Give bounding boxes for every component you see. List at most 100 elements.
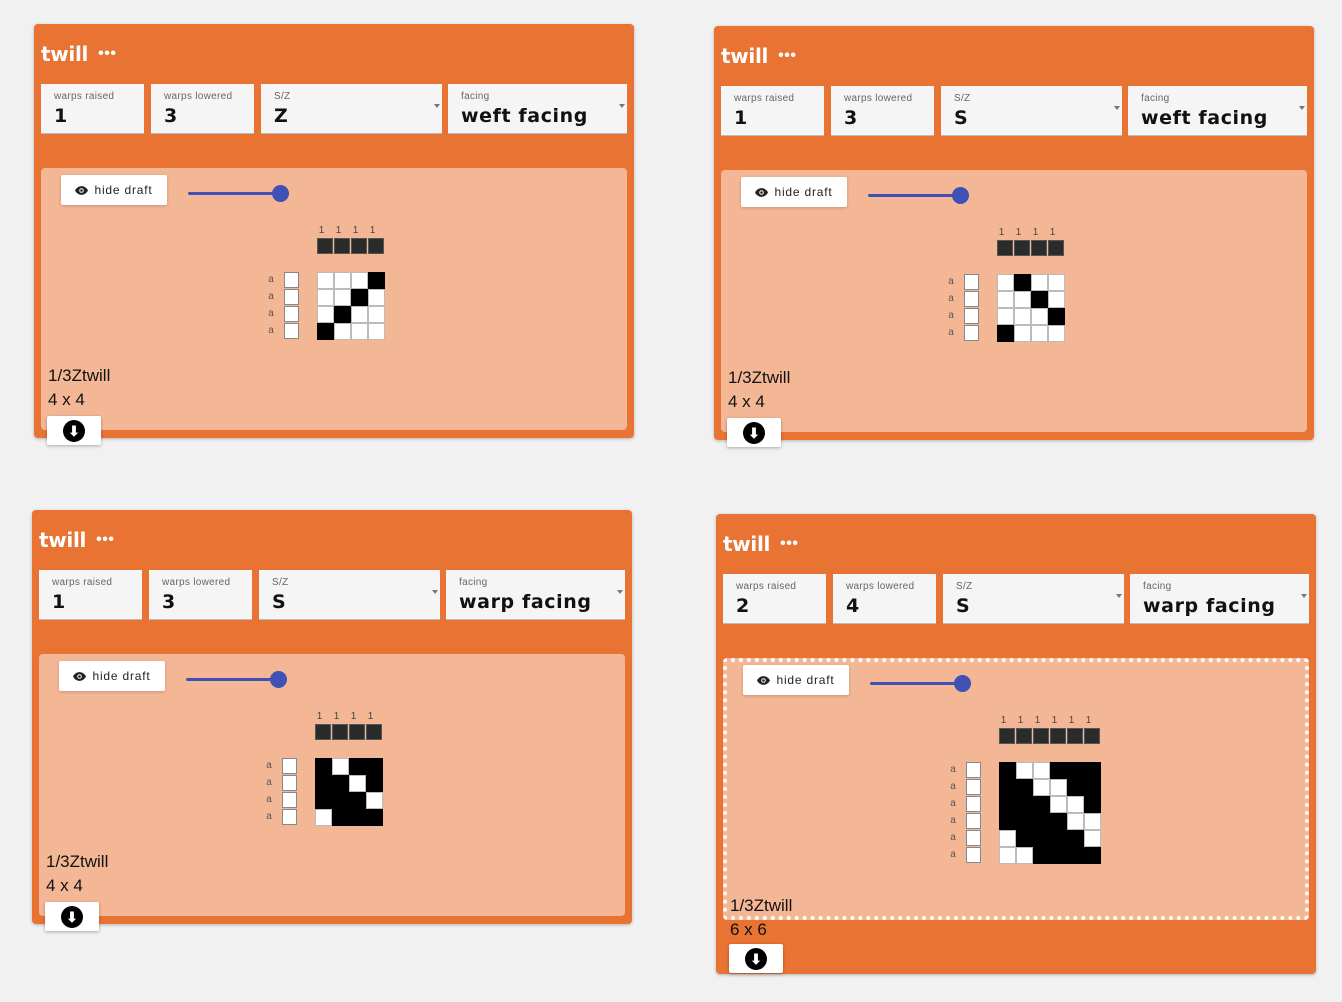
- draft-cell[interactable]: [1031, 308, 1048, 325]
- treadling-cell[interactable]: [282, 775, 297, 791]
- treadling-cell[interactable]: [964, 308, 979, 324]
- tieup-cell[interactable]: [997, 240, 1013, 256]
- draft-cell[interactable]: [1033, 779, 1050, 796]
- draft-cell[interactable]: [1014, 274, 1031, 291]
- tieup-cell[interactable]: [1033, 728, 1049, 744]
- draft-cell[interactable]: [349, 758, 366, 775]
- warps-lowered-field[interactable]: warps lowered 3: [831, 86, 934, 136]
- draft-cell[interactable]: [999, 830, 1016, 847]
- draft-cell[interactable]: [999, 796, 1016, 813]
- tieup-cell[interactable]: [1084, 728, 1100, 744]
- draft-cell[interactable]: [334, 272, 351, 289]
- draft-cell[interactable]: [1014, 325, 1031, 342]
- treadling-cell[interactable]: [282, 809, 297, 825]
- warps-raised-field[interactable]: warps raised 1: [721, 86, 824, 136]
- draft-cell[interactable]: [1033, 796, 1050, 813]
- draft-cell[interactable]: [315, 809, 332, 826]
- tieup-cell[interactable]: [1048, 240, 1064, 256]
- draft-cell[interactable]: [317, 272, 334, 289]
- draft-cell[interactable]: [997, 308, 1014, 325]
- warps-raised-field[interactable]: warps raised 1: [41, 84, 144, 134]
- draft-cell[interactable]: [366, 792, 383, 809]
- tieup-cell[interactable]: [1014, 240, 1030, 256]
- treadling-cell[interactable]: [966, 813, 981, 829]
- draft-cell[interactable]: [1016, 762, 1033, 779]
- draft-cell[interactable]: [1067, 847, 1084, 864]
- sz-select[interactable]: S/Z S: [943, 574, 1124, 624]
- hide-draft-button[interactable]: hide draft: [59, 661, 165, 691]
- facing-select[interactable]: facing weft facing: [1128, 86, 1307, 136]
- draft-cell[interactable]: [1016, 830, 1033, 847]
- tieup-cell[interactable]: [351, 238, 367, 254]
- draft-cell[interactable]: [1033, 762, 1050, 779]
- more-options-icon[interactable]: •••: [96, 531, 114, 549]
- draft-cell[interactable]: [1048, 291, 1065, 308]
- treadling-cell[interactable]: [966, 830, 981, 846]
- draft-cell[interactable]: [334, 323, 351, 340]
- draft-cell[interactable]: [1048, 325, 1065, 342]
- draft-cell[interactable]: [332, 775, 349, 792]
- draft-cell[interactable]: [1050, 779, 1067, 796]
- draft-cell[interactable]: [368, 306, 385, 323]
- draft-cell[interactable]: [999, 813, 1016, 830]
- draft-cell[interactable]: [332, 809, 349, 826]
- draft-cell[interactable]: [1050, 762, 1067, 779]
- draft-cell[interactable]: [366, 775, 383, 792]
- tieup-cell[interactable]: [999, 728, 1015, 744]
- zoom-slider-thumb[interactable]: [272, 185, 289, 202]
- facing-select[interactable]: facing weft facing: [448, 84, 627, 134]
- tieup-cell[interactable]: [315, 724, 331, 740]
- warps-raised-field[interactable]: warps raised 2: [723, 574, 826, 624]
- treadling-cell[interactable]: [966, 847, 981, 863]
- draft-cell[interactable]: [1084, 830, 1101, 847]
- warps-lowered-field[interactable]: warps lowered 3: [151, 84, 254, 134]
- tieup-cell[interactable]: [334, 238, 350, 254]
- draft-cell[interactable]: [1014, 291, 1031, 308]
- tieup-cell[interactable]: [1016, 728, 1032, 744]
- treadling-cell[interactable]: [964, 291, 979, 307]
- sz-select[interactable]: S/Z S: [259, 570, 440, 620]
- draft-cell[interactable]: [1031, 291, 1048, 308]
- draft-cell[interactable]: [332, 792, 349, 809]
- zoom-slider-track[interactable]: [186, 678, 281, 681]
- tieup-cell[interactable]: [1067, 728, 1083, 744]
- tieup-cell[interactable]: [1050, 728, 1066, 744]
- draft-cell[interactable]: [1016, 796, 1033, 813]
- draft-cell[interactable]: [997, 325, 1014, 342]
- draft-cell[interactable]: [351, 272, 368, 289]
- draft-cell[interactable]: [1031, 274, 1048, 291]
- draft-cell[interactable]: [368, 272, 385, 289]
- warps-raised-field[interactable]: warps raised 1: [39, 570, 142, 620]
- tieup-cell[interactable]: [366, 724, 382, 740]
- draft-cell[interactable]: [1033, 813, 1050, 830]
- warps-lowered-field[interactable]: warps lowered 4: [833, 574, 936, 624]
- draft-cell[interactable]: [315, 758, 332, 775]
- draft-cell[interactable]: [1050, 847, 1067, 864]
- draft-cell[interactable]: [1084, 847, 1101, 864]
- draft-cell[interactable]: [317, 306, 334, 323]
- zoom-slider-thumb[interactable]: [954, 675, 971, 692]
- draft-cell[interactable]: [349, 775, 366, 792]
- sz-select[interactable]: S/Z S: [941, 86, 1122, 136]
- draft-cell[interactable]: [1031, 325, 1048, 342]
- zoom-slider-track[interactable]: [870, 682, 965, 685]
- draft-cell[interactable]: [368, 323, 385, 340]
- treadling-cell[interactable]: [282, 792, 297, 808]
- more-options-icon[interactable]: •••: [778, 47, 796, 65]
- tieup-cell[interactable]: [317, 238, 333, 254]
- treadling-cell[interactable]: [966, 779, 981, 795]
- draft-cell[interactable]: [1033, 830, 1050, 847]
- draft-cell[interactable]: [315, 792, 332, 809]
- draft-cell[interactable]: [1014, 308, 1031, 325]
- draft-cell[interactable]: [1067, 796, 1084, 813]
- draft-cell[interactable]: [351, 323, 368, 340]
- download-button[interactable]: ⬇: [47, 416, 101, 445]
- treadling-cell[interactable]: [282, 758, 297, 774]
- draft-cell[interactable]: [366, 809, 383, 826]
- facing-select[interactable]: facing warp facing: [446, 570, 625, 620]
- draft-cell[interactable]: [999, 779, 1016, 796]
- tieup-cell[interactable]: [1031, 240, 1047, 256]
- draft-cell[interactable]: [351, 289, 368, 306]
- draft-cell[interactable]: [1050, 813, 1067, 830]
- treadling-cell[interactable]: [966, 796, 981, 812]
